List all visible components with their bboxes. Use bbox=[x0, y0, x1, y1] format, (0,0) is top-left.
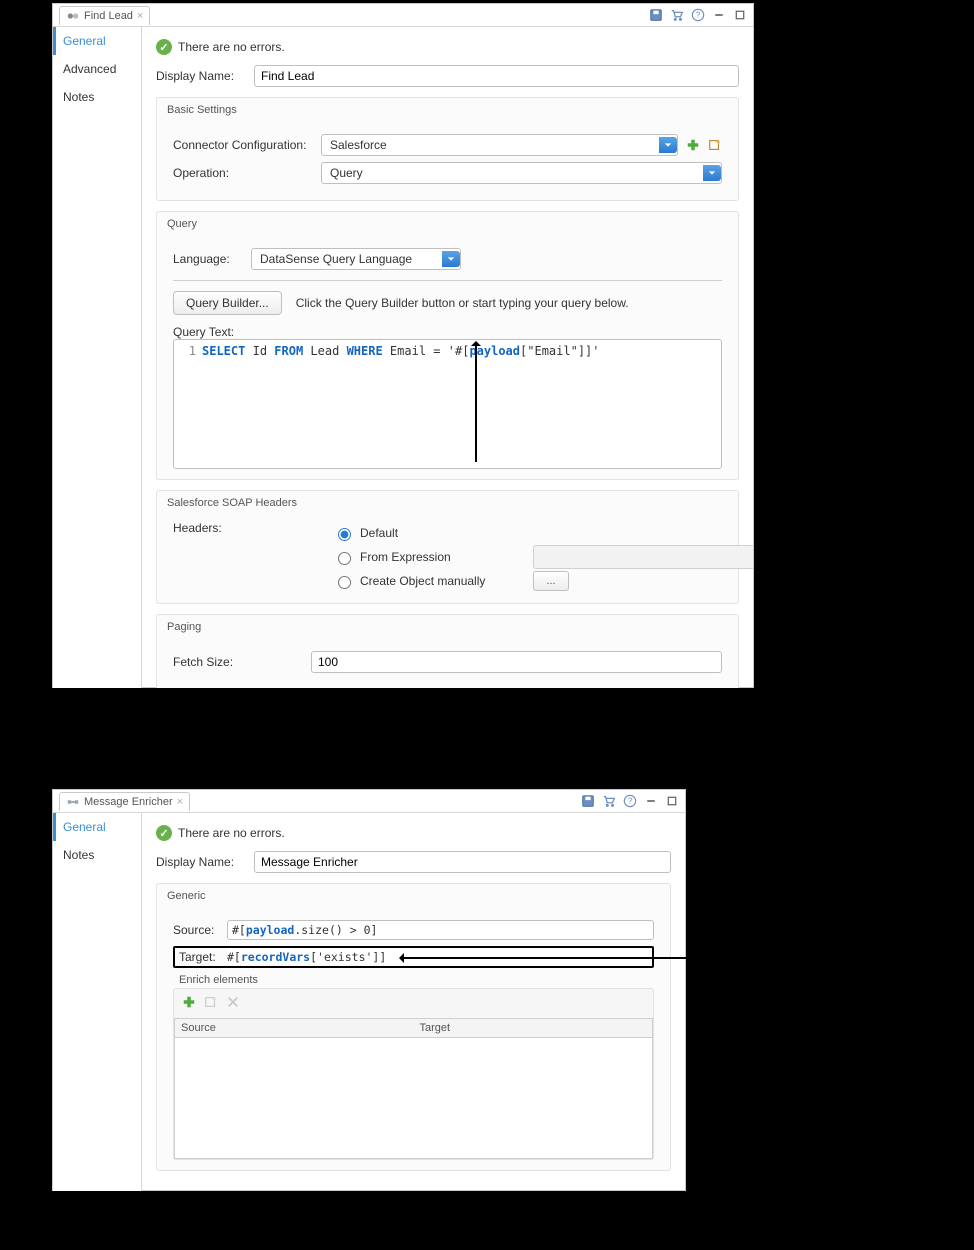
language-select[interactable]: DataSense Query Language bbox=[251, 248, 461, 270]
source-label: Source: bbox=[173, 923, 221, 937]
edit-config-icon[interactable] bbox=[708, 138, 722, 152]
display-name-label: Display Name: bbox=[156, 855, 246, 869]
save-icon[interactable] bbox=[581, 794, 595, 808]
query-text-label: Query Text: bbox=[173, 325, 722, 339]
source-input[interactable]: #[payload.size() > 0] bbox=[227, 920, 654, 940]
help-icon[interactable]: ? bbox=[691, 8, 705, 22]
status-bar: ✓ There are no errors. bbox=[156, 39, 739, 55]
help-icon[interactable]: ? bbox=[623, 794, 637, 808]
operation-select[interactable]: Query bbox=[321, 162, 722, 184]
query-builder-button[interactable]: Query Builder... bbox=[173, 291, 282, 315]
query-group: Query Language: DataSense Query Language… bbox=[156, 211, 739, 480]
language-label: Language: bbox=[173, 252, 243, 266]
status-text: There are no errors. bbox=[178, 826, 285, 840]
headers-from-expression-radio[interactable]: From Expression bbox=[333, 549, 493, 565]
target-label: Target: bbox=[179, 950, 223, 964]
generic-group: Generic Source: #[payload.size() > 0] Ta… bbox=[156, 883, 671, 1171]
sidebar-item-general[interactable]: General bbox=[53, 27, 141, 55]
tab-title: Find Lead bbox=[84, 10, 133, 22]
basic-settings-title: Basic Settings bbox=[157, 98, 738, 124]
tab-find-lead[interactable]: Find Lead × bbox=[59, 6, 150, 25]
display-name-input[interactable] bbox=[254, 851, 671, 873]
minimize-icon[interactable] bbox=[712, 8, 726, 22]
save-icon[interactable] bbox=[649, 8, 663, 22]
query-title: Query bbox=[157, 212, 738, 238]
connector-icon bbox=[66, 9, 80, 23]
enricher-icon bbox=[66, 795, 80, 809]
find-lead-panel: Find Lead × ? General Advanced Notes ✓ T… bbox=[52, 3, 754, 688]
display-name-label: Display Name: bbox=[156, 69, 246, 83]
edit-element-icon[interactable] bbox=[204, 995, 218, 1012]
toolbar-actions: ? bbox=[649, 8, 747, 22]
connector-config-select[interactable]: Salesforce bbox=[321, 134, 678, 156]
headers-label: Headers: bbox=[173, 521, 313, 593]
headers-default-radio[interactable]: Default bbox=[333, 525, 398, 541]
paging-group: Paging Fetch Size: bbox=[156, 614, 739, 688]
operation-label: Operation: bbox=[173, 166, 313, 180]
connector-config-label: Connector Configuration: bbox=[173, 138, 313, 152]
status-text: There are no errors. bbox=[178, 40, 285, 54]
content: ✓ There are no errors. Display Name: Bas… bbox=[142, 27, 753, 688]
toolbar: Message Enricher × ? bbox=[53, 790, 685, 813]
minimize-icon[interactable] bbox=[644, 794, 658, 808]
display-name-input[interactable] bbox=[254, 65, 739, 87]
fetch-size-label: Fetch Size: bbox=[173, 655, 303, 669]
sidebar-item-general[interactable]: General bbox=[53, 813, 141, 841]
enrich-table-header: Source Target bbox=[174, 1018, 653, 1038]
chevron-down-icon bbox=[442, 251, 460, 267]
enrich-table-body[interactable] bbox=[174, 1038, 653, 1159]
fetch-size-input[interactable] bbox=[311, 651, 722, 673]
cart-icon[interactable] bbox=[602, 794, 616, 808]
svg-text:?: ? bbox=[696, 11, 701, 20]
ok-icon: ✓ bbox=[156, 825, 172, 841]
paging-title: Paging bbox=[157, 615, 738, 641]
close-icon[interactable]: × bbox=[137, 10, 143, 22]
add-element-icon[interactable] bbox=[182, 995, 196, 1012]
chevron-down-icon bbox=[659, 137, 677, 153]
ok-icon: ✓ bbox=[156, 39, 172, 55]
message-enricher-panel: Message Enricher × ? General Notes ✓ The… bbox=[52, 789, 686, 1191]
tab-message-enricher[interactable]: Message Enricher × bbox=[59, 792, 190, 811]
close-icon[interactable]: × bbox=[177, 796, 183, 808]
toolbar-actions: ? bbox=[581, 794, 679, 808]
query-hint: Click the Query Builder button or start … bbox=[296, 296, 629, 310]
query-text-editor[interactable]: 1SELECT Id FROM Lead WHERE Email = '#[pa… bbox=[173, 339, 722, 469]
annotation-arrow-horizontal bbox=[400, 957, 970, 959]
chevron-down-icon bbox=[703, 165, 721, 181]
toolbar: Find Lead × ? bbox=[53, 4, 753, 27]
sidebar-item-notes[interactable]: Notes bbox=[53, 83, 141, 111]
manual-edit-button[interactable]: ... bbox=[533, 571, 569, 591]
maximize-icon[interactable] bbox=[733, 8, 747, 22]
expression-input-disabled bbox=[533, 545, 753, 569]
content: ✓ There are no errors. Display Name: Gen… bbox=[142, 813, 685, 1191]
status-bar: ✓ There are no errors. bbox=[156, 825, 671, 841]
cart-icon[interactable] bbox=[670, 8, 684, 22]
sidebar: General Advanced Notes bbox=[53, 27, 142, 688]
col-source: Source bbox=[175, 1019, 414, 1037]
add-config-icon[interactable] bbox=[686, 138, 700, 152]
sidebar: General Notes bbox=[53, 813, 142, 1191]
annotation-arrow-vertical bbox=[475, 342, 477, 462]
delete-element-icon[interactable] bbox=[226, 995, 240, 1012]
maximize-icon[interactable] bbox=[665, 794, 679, 808]
generic-title: Generic bbox=[157, 884, 670, 910]
basic-settings-group: Basic Settings Connector Configuration: … bbox=[156, 97, 739, 201]
headers-manual-radio[interactable]: Create Object manually bbox=[333, 573, 493, 589]
sidebar-item-advanced[interactable]: Advanced bbox=[53, 55, 141, 83]
tab-title: Message Enricher bbox=[84, 796, 173, 808]
svg-text:?: ? bbox=[628, 797, 633, 806]
col-target: Target bbox=[414, 1019, 653, 1037]
soap-headers-title: Salesforce SOAP Headers bbox=[157, 491, 738, 517]
soap-headers-group: Salesforce SOAP Headers Headers: Default… bbox=[156, 490, 739, 604]
enrich-elements-title: Enrich elements bbox=[179, 974, 654, 986]
sidebar-item-notes[interactable]: Notes bbox=[53, 841, 141, 869]
